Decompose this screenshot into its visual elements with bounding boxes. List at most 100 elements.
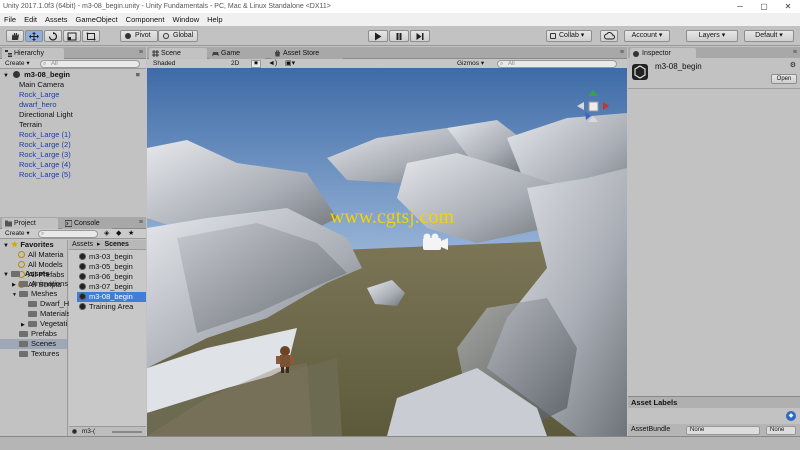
folder-item[interactable]: Scenes bbox=[0, 339, 67, 349]
favorites-item[interactable]: All Materia bbox=[0, 250, 67, 260]
hierarchy-item[interactable]: Terrain bbox=[0, 120, 146, 130]
hierarchy-search-input[interactable]: ⌕ All bbox=[40, 60, 140, 68]
scene-file-item[interactable]: m3-05_begin bbox=[77, 262, 146, 272]
lighting-toggle-icon[interactable]: ✸ bbox=[251, 60, 261, 68]
tab-scene-label: Scene bbox=[161, 50, 181, 57]
assets-root-header[interactable]: ▼ Assets bbox=[0, 269, 67, 279]
folder-item[interactable]: Dwarf_H bbox=[0, 299, 70, 309]
folder-icon bbox=[19, 341, 28, 347]
open-button[interactable]: Open bbox=[771, 74, 797, 84]
rect-tool-button[interactable] bbox=[82, 30, 100, 42]
hierarchy-panel: ▼ m3-08_begin ≡ Main Camera Rock_Large dwa… bbox=[0, 70, 146, 213]
hierarchy-item[interactable]: Rock_Large (5) bbox=[0, 170, 146, 180]
inspector-settings-icon[interactable]: ⚙ bbox=[790, 61, 796, 69]
menu-file[interactable]: File bbox=[0, 13, 20, 26]
hierarchy-scene-row[interactable]: ▼ m3-08_begin ≡ bbox=[0, 70, 146, 80]
project-create-button[interactable]: Create ▾ bbox=[5, 229, 30, 239]
menu-gameobject[interactable]: GameObject bbox=[72, 13, 122, 26]
scene-file-label: m3-05_begin bbox=[89, 262, 133, 271]
folder-item[interactable]: Prefabs bbox=[0, 329, 67, 339]
folder-item[interactable]: ▶ Animations bbox=[0, 279, 68, 289]
global-label: Global bbox=[173, 32, 194, 39]
cloud-button[interactable] bbox=[600, 30, 618, 42]
folder-item[interactable]: ▼ Meshes bbox=[0, 289, 67, 299]
scene-file-label: m3-07_begin bbox=[89, 282, 133, 291]
hierarchy-item[interactable]: Rock_Large (2) bbox=[0, 140, 146, 150]
hierarchy-item[interactable]: dwarf_hero bbox=[0, 100, 146, 110]
favorites-header[interactable]: ▼ ★ Favorites bbox=[0, 240, 67, 250]
filter-type-icon[interactable]: ◈ bbox=[104, 229, 109, 239]
hierarchy-search-placeholder: All bbox=[51, 61, 58, 67]
scene-options-icon[interactable]: ≡ bbox=[136, 70, 140, 80]
tab-game[interactable]: Game bbox=[209, 48, 265, 59]
breadcrumb-scenes[interactable]: Scenes bbox=[104, 241, 129, 248]
pause-button[interactable] bbox=[389, 30, 409, 42]
scene-file-item[interactable]: m3-08_begin bbox=[77, 292, 146, 302]
tab-project[interactable]: Project bbox=[2, 218, 58, 229]
icon-size-slider[interactable] bbox=[112, 431, 142, 433]
tab-console[interactable]: Console bbox=[62, 218, 112, 229]
scene-file-item[interactable]: Training Area bbox=[77, 302, 146, 312]
folder-item-label: Dwarf_H bbox=[40, 299, 70, 308]
scale-tool-button[interactable] bbox=[63, 30, 81, 42]
hierarchy-create-button[interactable]: Create ▾ bbox=[5, 59, 30, 69]
breadcrumb-assets[interactable]: Assets bbox=[72, 241, 93, 248]
folder-icon bbox=[19, 351, 28, 357]
hierarchy-item[interactable]: Rock_Large (3) bbox=[0, 150, 146, 160]
scene-viewport[interactable]: www.cgtsj.com bbox=[147, 68, 627, 436]
menu-component[interactable]: Component bbox=[122, 13, 169, 26]
folder-item[interactable]: Textures bbox=[0, 349, 67, 359]
maximize-button[interactable]: ▢ bbox=[752, 0, 776, 13]
layout-dropdown[interactable]: Default ▾ bbox=[744, 30, 794, 42]
folder-item[interactable]: ▶ Vegetati bbox=[0, 319, 67, 329]
panel-menu-icon[interactable]: ≡ bbox=[793, 49, 797, 56]
filter-label-icon[interactable]: ◆ bbox=[116, 229, 121, 239]
scene-file-label: m3-08_begin bbox=[89, 292, 133, 301]
collab-dropdown[interactable]: Collab ▾ bbox=[546, 30, 592, 42]
minimize-button[interactable]: ─ bbox=[728, 0, 752, 13]
account-dropdown[interactable]: Account ▾ bbox=[624, 30, 670, 42]
menu-help[interactable]: Help bbox=[203, 13, 226, 26]
scene-tabbar: Scene Game Asset Store ≡ bbox=[147, 47, 627, 59]
scene-file-item[interactable]: m3-07_begin bbox=[77, 282, 146, 292]
tab-hierarchy[interactable]: Hierarchy bbox=[2, 48, 64, 59]
rotate-tool-button[interactable] bbox=[44, 30, 62, 42]
project-search-input[interactable]: ⌕ bbox=[38, 230, 98, 238]
folder-item[interactable]: Materials bbox=[0, 309, 71, 319]
move-tool-button[interactable] bbox=[25, 30, 43, 42]
star-filter-icon[interactable]: ★ bbox=[128, 229, 134, 239]
menu-window[interactable]: Window bbox=[168, 13, 203, 26]
scene-hash-icon bbox=[152, 50, 159, 57]
search-icon: ⌕ bbox=[500, 61, 504, 67]
hierarchy-item[interactable]: Main Camera bbox=[0, 80, 146, 90]
hand-tool-button[interactable] bbox=[6, 30, 24, 42]
hierarchy-scene-name: m3-08_begin bbox=[24, 70, 70, 79]
menu-edit[interactable]: Edit bbox=[20, 13, 41, 26]
tag-icon[interactable]: ◆ bbox=[786, 411, 796, 421]
tab-asset-store[interactable]: Asset Store bbox=[271, 48, 343, 59]
folder-icon bbox=[19, 331, 28, 337]
pivot-toggle[interactable]: Pivot bbox=[120, 30, 158, 42]
panel-menu-icon[interactable]: ≡ bbox=[139, 219, 143, 226]
scene-file-item[interactable]: m3-03_begin bbox=[77, 252, 146, 262]
assetbundle-name-dropdown[interactable]: None bbox=[686, 425, 760, 435]
panel-menu-icon[interactable]: ≡ bbox=[620, 49, 624, 56]
scene-search-placeholder: All bbox=[508, 61, 515, 67]
folder-item-label: Materials bbox=[40, 309, 71, 318]
hierarchy-item[interactable]: Rock_Large (4) bbox=[0, 160, 146, 170]
step-button[interactable] bbox=[410, 30, 430, 42]
panel-menu-icon[interactable]: ≡ bbox=[139, 49, 143, 56]
asset-labels-header[interactable]: Asset Labels bbox=[628, 396, 800, 408]
close-button[interactable]: ✕ bbox=[776, 0, 800, 13]
hierarchy-item[interactable]: Directional Light bbox=[0, 110, 146, 120]
menu-assets[interactable]: Assets bbox=[41, 13, 72, 26]
assetbundle-variant-dropdown[interactable]: None bbox=[766, 425, 796, 435]
hierarchy-item[interactable]: Rock_Large bbox=[0, 90, 146, 100]
layers-dropdown[interactable]: Layers ▾ bbox=[686, 30, 738, 42]
global-toggle[interactable]: Global bbox=[158, 30, 198, 42]
scene-file-item[interactable]: m3-06_begin bbox=[77, 272, 146, 282]
play-button[interactable] bbox=[368, 30, 388, 42]
hierarchy-item[interactable]: Rock_Large (1) bbox=[0, 130, 146, 140]
scene-search-input[interactable]: ⌕ All bbox=[497, 60, 617, 68]
tab-scene[interactable]: Scene bbox=[149, 48, 207, 59]
